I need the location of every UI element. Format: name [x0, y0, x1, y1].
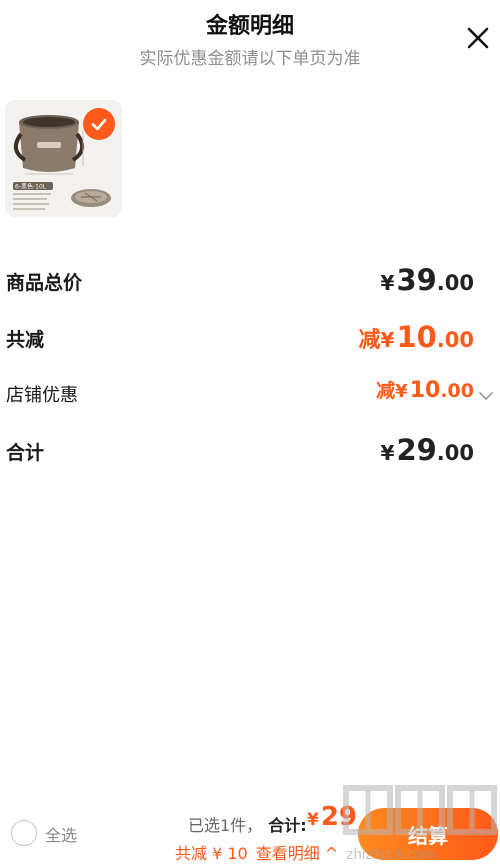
discount-detail[interactable]: 共减 ¥ 10 查看明细 ^: [175, 840, 338, 864]
grand-total-currency: ¥: [380, 441, 395, 465]
shop-discount-prefix: 减: [376, 380, 396, 402]
shop-discount-currency: ¥: [395, 381, 408, 402]
sum-label: 合计:: [268, 816, 307, 835]
grand-total-row: 合计 ¥ 29 .00: [0, 433, 500, 473]
checkout-bar: 全选 已选1件， 合计: ¥29 共减 ¥ 10 查看明细 ^ 结算: [0, 800, 500, 867]
total-discount-value: 减 ¥ 10 .00: [359, 320, 475, 360]
total-discount-prefix: 减: [358, 328, 381, 353]
goods-total-decimal: .00: [436, 271, 474, 295]
total-discount-integer: 10: [396, 320, 437, 354]
total-discount-label: 共减: [6, 329, 45, 351]
selected-summary: 已选1件， 合计:: [188, 812, 307, 836]
select-all-radio[interactable]: [11, 820, 37, 846]
shop-discount-decimal: .00: [440, 380, 474, 402]
grand-total-label: 合计: [6, 442, 45, 464]
footer-total-currency: ¥: [307, 810, 319, 830]
product-image-label: 6-黑色-10L: [15, 183, 47, 191]
goods-total-row: 商品总价 ¥ 39 .00: [0, 263, 500, 303]
chevron-down-icon[interactable]: [478, 388, 494, 404]
total-discount-row: 共减 减 ¥ 10 .00: [0, 320, 500, 360]
view-detail-link[interactable]: 查看明细 ^: [256, 844, 339, 863]
checkout-button[interactable]: 结算: [358, 808, 498, 860]
shop-discount-value: 减 ¥ 10 .00: [376, 376, 474, 416]
close-button[interactable]: [460, 20, 496, 56]
grand-total-decimal: .00: [436, 441, 474, 465]
shop-discount-row[interactable]: 店铺优惠 减 ¥ 10 .00: [0, 376, 500, 416]
total-discount-decimal: .00: [436, 328, 474, 352]
total-discount-currency: ¥: [380, 328, 395, 352]
shop-discount-label: 店铺优惠: [6, 385, 78, 406]
modal-subtitle: 实际优惠金额请以下单页为准: [139, 49, 361, 69]
footer-total-integer: 29: [320, 802, 358, 832]
grand-total-value: ¥ 29 .00: [381, 433, 474, 473]
goods-total-label: 商品总价: [6, 272, 83, 294]
close-icon: [467, 27, 489, 49]
modal-header: 金额明细 实际优惠金额请以下单页为准: [0, 0, 500, 80]
selected-count: 已选1件，: [188, 816, 263, 835]
grand-total-integer: 29: [396, 433, 437, 467]
product-selected-badge[interactable]: [83, 108, 115, 140]
check-icon: [91, 118, 107, 131]
goods-total-integer: 39: [396, 263, 437, 297]
discount-text: 共减 ¥ 10: [175, 844, 248, 863]
footer-total-amount: ¥29: [307, 802, 357, 832]
goods-total-value: ¥ 39 .00: [381, 263, 474, 303]
shop-discount-integer: 10: [409, 378, 441, 403]
select-all-label[interactable]: 全选: [45, 822, 77, 846]
goods-total-currency: ¥: [380, 271, 395, 295]
modal-title: 金额明细: [205, 14, 294, 39]
